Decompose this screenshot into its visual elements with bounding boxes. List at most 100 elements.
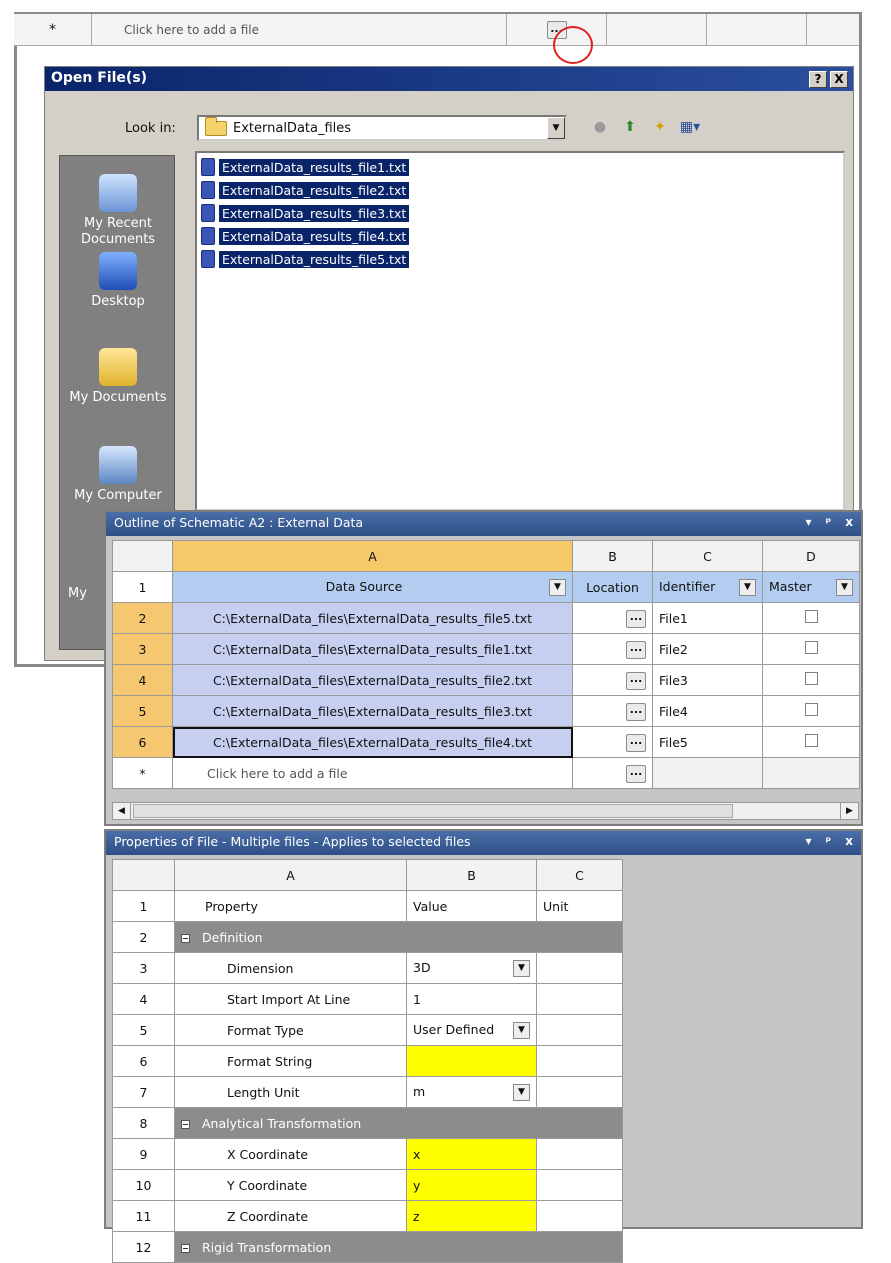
scroll-right-icon[interactable]: ▶ (840, 803, 858, 819)
browse-button[interactable]: ... (626, 733, 646, 752)
look-in-dropdown[interactable]: ExternalData_files ▼ (197, 115, 567, 141)
property-value-combo[interactable]: User Defined ▼ (406, 1014, 537, 1046)
column-letter[interactable]: B (406, 859, 537, 891)
place-my-computer[interactable]: My Computer (60, 446, 176, 504)
column-letter[interactable]: B (572, 540, 653, 572)
column-letter[interactable]: C (536, 859, 623, 891)
add-file-prompt[interactable]: Click here to add a file (92, 14, 507, 46)
property-row[interactable]: 5 Format Type User Defined ▼ (112, 1014, 623, 1046)
place-label: My Documents (69, 390, 167, 405)
filter-dropdown-icon[interactable]: ▼ (739, 578, 756, 596)
table-row[interactable]: 2 C:\ExternalData_files\ExternalData_res… (112, 602, 860, 634)
section-row[interactable]: 2 Definition (112, 921, 623, 953)
file-item[interactable]: ExternalData_results_file4.txt (201, 226, 410, 246)
close-panel-icon[interactable]: x (845, 834, 853, 848)
identifier-cell[interactable]: File1 (652, 602, 763, 634)
place-my-documents[interactable]: My Documents (60, 348, 176, 406)
property-row[interactable]: 6 Format String (112, 1045, 623, 1077)
up-folder-icon[interactable]: ⬆ (620, 117, 640, 137)
header-data-source[interactable]: Data Source ▼ (172, 571, 573, 603)
master-checkbox[interactable] (804, 703, 818, 716)
property-value-combo[interactable]: 3D ▼ (406, 952, 537, 984)
identifier-cell[interactable]: File2 (652, 633, 763, 665)
section-row[interactable]: 8 Analytical Transformation (112, 1107, 623, 1139)
property-row[interactable]: 10 Y Coordinate y (112, 1169, 623, 1201)
scroll-thumb[interactable] (133, 804, 733, 818)
place-desktop[interactable]: Desktop (60, 252, 176, 310)
panel-menu-icon[interactable]: ▾ (805, 834, 811, 848)
property-value[interactable] (406, 1045, 537, 1077)
column-letter[interactable]: C (652, 540, 763, 572)
browse-button[interactable]: ... (626, 609, 646, 628)
browse-button[interactable]: ... (626, 671, 646, 690)
new-folder-icon[interactable]: ✦ (650, 117, 670, 137)
identifier-cell[interactable]: File4 (652, 695, 763, 727)
browse-button[interactable]: ... (626, 764, 646, 783)
add-file-prompt[interactable]: Click here to add a file (172, 757, 573, 789)
data-source-cell[interactable]: C:\ExternalData_files\ExternalData_resul… (172, 695, 573, 727)
section-header[interactable]: Analytical Transformation (174, 1107, 623, 1139)
column-letter[interactable]: D (762, 540, 860, 572)
master-checkbox[interactable] (804, 672, 818, 685)
property-row[interactable]: 11 Z Coordinate z (112, 1200, 623, 1232)
chevron-down-icon[interactable]: ▼ (513, 959, 530, 977)
table-row[interactable]: 5 C:\ExternalData_files\ExternalData_res… (112, 695, 860, 727)
file-item[interactable]: ExternalData_results_file1.txt (201, 157, 410, 177)
property-row[interactable]: 9 X Coordinate x (112, 1138, 623, 1170)
section-header[interactable]: Rigid Transformation (174, 1231, 623, 1263)
property-value[interactable]: 1 (406, 983, 537, 1015)
section-row[interactable]: 12 Rigid Transformation (112, 1231, 623, 1263)
collapse-icon[interactable] (181, 1243, 190, 1253)
chevron-down-icon[interactable]: ▼ (547, 117, 565, 139)
collapse-icon[interactable] (181, 1119, 190, 1129)
panel-menu-icon[interactable]: ▾ (805, 515, 811, 529)
chevron-down-icon[interactable]: ▼ (513, 1021, 530, 1039)
master-checkbox[interactable] (804, 734, 818, 747)
back-icon[interactable]: ● (590, 117, 610, 137)
file-item[interactable]: ExternalData_results_file5.txt (201, 249, 410, 269)
collapse-icon[interactable] (181, 933, 190, 943)
data-source-cell[interactable]: C:\ExternalData_files\ExternalData_resul… (172, 726, 573, 758)
table-row[interactable]: 6 C:\ExternalData_files\ExternalData_res… (112, 726, 860, 758)
browse-button[interactable]: ... (626, 640, 646, 659)
row-number: * (112, 757, 173, 789)
master-checkbox[interactable] (804, 610, 818, 623)
pin-icon[interactable]: ᵖ (826, 834, 832, 848)
property-value[interactable]: z (406, 1200, 537, 1232)
file-item[interactable]: ExternalData_results_file3.txt (201, 203, 410, 223)
section-header[interactable]: Definition (174, 921, 623, 953)
property-value[interactable]: y (406, 1169, 537, 1201)
data-source-cell[interactable]: C:\ExternalData_files\ExternalData_resul… (172, 664, 573, 696)
pin-icon[interactable]: ᵖ (826, 515, 832, 529)
property-row[interactable]: 3 Dimension 3D ▼ (112, 952, 623, 984)
file-item[interactable]: ExternalData_results_file2.txt (201, 180, 410, 200)
identifier-cell[interactable]: File3 (652, 664, 763, 696)
property-row[interactable]: 7 Length Unit m ▼ (112, 1076, 623, 1108)
help-button[interactable]: ? (809, 71, 827, 88)
file-list[interactable]: ExternalData_results_file1.txt ExternalD… (195, 151, 845, 511)
close-button[interactable]: X (830, 71, 848, 88)
property-value[interactable]: x (406, 1138, 537, 1170)
table-row[interactable]: 4 C:\ExternalData_files\ExternalData_res… (112, 664, 860, 696)
property-value-combo[interactable]: m ▼ (406, 1076, 537, 1108)
identifier-cell[interactable]: File5 (652, 726, 763, 758)
filter-dropdown-icon[interactable]: ▼ (836, 578, 853, 596)
data-source-cell[interactable]: C:\ExternalData_files\ExternalData_resul… (172, 633, 573, 665)
scroll-left-icon[interactable]: ◀ (113, 803, 131, 819)
table-row[interactable]: 3 C:\ExternalData_files\ExternalData_res… (112, 633, 860, 665)
view-menu-icon[interactable]: ▦▾ (680, 117, 700, 137)
horizontal-scrollbar[interactable]: ◀ ▶ (112, 802, 859, 820)
header-identifier[interactable]: Identifier ▼ (652, 571, 763, 603)
column-letter[interactable]: A (172, 540, 573, 572)
close-panel-icon[interactable]: x (845, 515, 853, 529)
master-checkbox[interactable] (804, 641, 818, 654)
place-recent-documents[interactable]: My Recent Documents (60, 174, 176, 248)
data-source-cell[interactable]: C:\ExternalData_files\ExternalData_resul… (172, 602, 573, 634)
add-row[interactable]: * Click here to add a file ... (112, 757, 860, 789)
property-row[interactable]: 4 Start Import At Line 1 (112, 983, 623, 1015)
header-master[interactable]: Master ▼ (762, 571, 860, 603)
chevron-down-icon[interactable]: ▼ (513, 1083, 530, 1101)
filter-dropdown-icon[interactable]: ▼ (549, 578, 566, 596)
browse-button[interactable]: ... (626, 702, 646, 721)
column-letter[interactable]: A (174, 859, 407, 891)
